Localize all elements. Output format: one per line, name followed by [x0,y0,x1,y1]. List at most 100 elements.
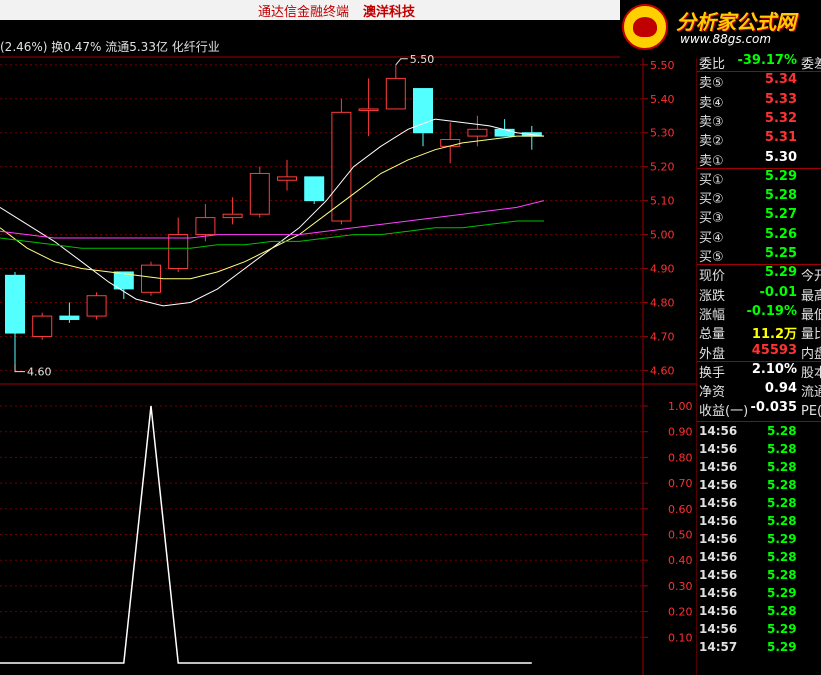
tick-price: 5.28 [767,477,797,492]
quote-row: 卖⑤ 5.34 [697,72,821,91]
tick-row: 14:56 5.28 [697,550,821,568]
quote-row: 卖② 5.31 [697,130,821,149]
candle-body[interactable] [195,217,216,236]
candle-body[interactable] [358,108,379,111]
kline-chart[interactable]: 5.50 5.40 5.30 5.20 5.10 5.00 4.90 4.80 4.70 4.60… [0,0,697,675]
indicator-tick-label: 0.40 [668,554,693,567]
candle-body[interactable] [168,234,189,270]
quote-row: 委比 -39.17% 委差 [697,53,821,72]
quote-label: 总量 [699,327,726,343]
moving-average-line [0,200,545,239]
quote-extra-label: 量比 [801,327,821,343]
moving-average-line [0,118,545,307]
quote-value: 5.30 [764,149,797,165]
quote-value: -0.01 [759,284,797,300]
quote-value: 5.27 [764,207,797,223]
tick-time: 14:56 [699,477,738,492]
candle-body[interactable] [440,139,461,147]
price-tick-label: 4.60 [650,364,675,377]
quote-label: 卖③ [699,114,724,130]
quote-extra-label: 最高 [801,288,821,304]
quote-row: 卖③ 5.32 [697,111,821,130]
quote-label: 涨幅 [699,307,726,323]
quote-value: 5.33 [764,91,797,107]
tick-row: 14:56 5.28 [697,514,821,532]
candle-body[interactable] [277,176,297,181]
high-marker-arrow [395,58,408,66]
candle-body[interactable] [304,176,325,202]
tick-row: 14:57 5.29 [697,640,821,658]
tick-price: 5.29 [767,639,797,654]
quote-label: 现价 [699,269,726,285]
moving-average-line [0,135,544,280]
tick-price: 5.29 [767,621,797,636]
quote-row: 卖④ 5.33 [697,92,821,111]
indicator-tick-label: 0.70 [668,477,693,490]
candle-body[interactable] [494,128,515,137]
price-tick-label: 5.40 [650,93,675,106]
price-tick-label: 5.10 [650,195,675,208]
quote-row: 总量 11.2万 量比 [697,323,821,342]
quote-row: 现价 5.29 今开 [697,265,821,284]
quote-panel: 委比 -39.17% 委差 卖⑤ 5.34 卖④ 5.33 卖③ 5.32 卖② 5.31 卖① 5.3… [697,20,821,675]
tick-row: 14:56 5.29 [697,532,821,550]
tick-time: 14:56 [699,441,738,456]
tick-time: 14:56 [699,585,738,600]
candle-body[interactable] [222,213,243,219]
candle-body[interactable] [59,315,80,320]
quote-value: -0.035 [750,400,797,416]
high-marker-label: 5.50 [410,53,435,66]
quote-label: 卖② [699,134,724,150]
tick-row: 14:56 5.28 [697,478,821,496]
quote-label: 卖⑤ [699,76,724,92]
tick-price: 5.28 [767,549,797,564]
quote-row: 买④ 5.26 [697,227,821,246]
tick-row: 14:56 5.29 [697,586,821,604]
quote-label: 换手 [699,365,726,381]
price-tick-label: 5.00 [650,229,675,242]
price-tick-label: 5.50 [650,59,675,72]
price-tick-label: 4.90 [650,263,675,276]
candle-body[interactable] [141,264,161,293]
tick-row: 14:56 5.29 [697,622,821,640]
quote-value: 5.29 [764,168,797,184]
tick-time: 14:56 [699,495,738,510]
quote-row: 涨跌 -0.01 最高 [697,285,821,304]
quote-row: 涨幅 -0.19% 最低 [697,304,821,323]
indicator-tick-label: 0.60 [668,503,693,516]
candle-body[interactable] [5,274,25,334]
candle-body[interactable] [385,77,406,110]
mascot-icon [622,4,668,50]
low-marker-label: 4.60 [27,366,52,379]
tick-row: 14:56 5.28 [697,568,821,586]
candle-body[interactable] [467,128,488,137]
tick-time: 14:56 [699,549,738,564]
quote-extra-label: 股本 [801,365,821,381]
quote-extra-label: 委差 [801,57,821,72]
tick-price: 5.28 [767,495,797,510]
quote-value: 5.28 [764,188,797,204]
price-tick-label: 5.30 [650,127,675,140]
quote-row: 买③ 5.27 [697,207,821,226]
tick-price: 5.28 [767,441,797,456]
tick-price: 5.28 [767,423,797,438]
candle-body[interactable] [32,315,53,337]
tick-price: 5.28 [767,603,797,618]
quote-extra-label: 最低 [801,307,821,323]
indicator-tick-label: 0.30 [668,580,693,593]
quote-row: 买② 5.28 [697,188,821,207]
price-tick-label: 4.70 [650,330,675,343]
quote-label: 买② [699,192,724,208]
tick-time: 14:56 [699,531,738,546]
quote-row: 换手 2.10% 股本 [697,362,821,381]
quote-label: 涨跌 [699,288,726,304]
quote-extra-label: PE(动) [801,404,821,420]
indicator-tick-label: 0.90 [668,426,693,439]
candle-body[interactable] [249,172,270,215]
tick-price: 5.29 [767,585,797,600]
quote-row: 收益(一)-0.035PE(动) [697,400,821,419]
tick-row: 14:56 5.28 [697,442,821,460]
candle-body[interactable] [86,295,107,317]
candle-body[interactable] [331,111,352,222]
quote-extra-label: 今开 [801,269,821,285]
